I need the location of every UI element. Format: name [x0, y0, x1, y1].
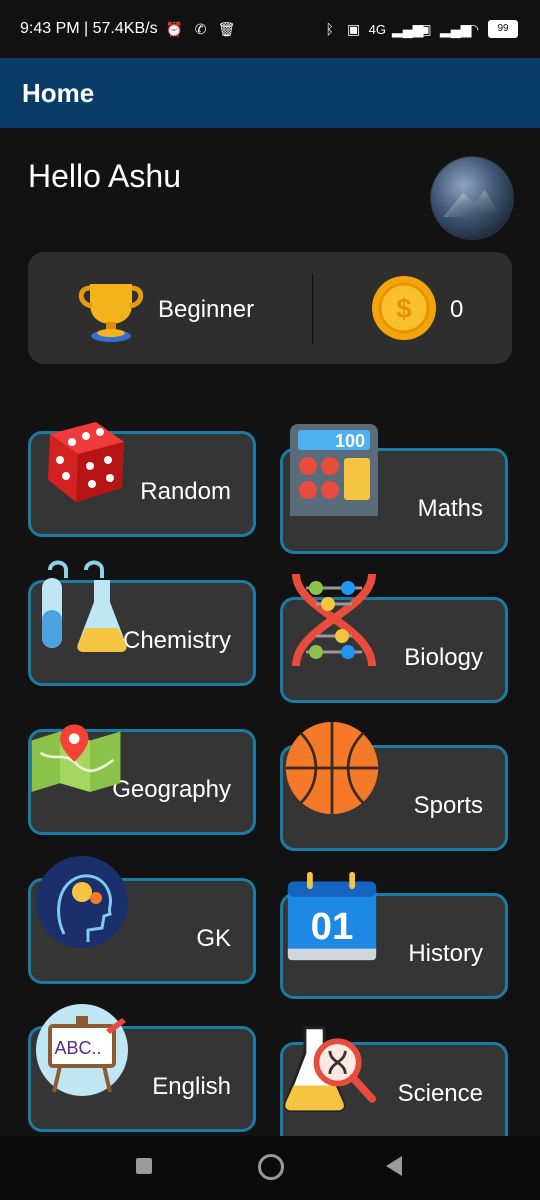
alarm-icon: ⏰	[165, 21, 184, 37]
bluetooth-icon: ᛒ	[325, 21, 334, 37]
recents-button[interactable]	[136, 1158, 152, 1174]
calendar-icon: 01	[287, 871, 377, 961]
level-label: Beginner	[158, 296, 255, 323]
test-tubes-icon	[42, 560, 127, 652]
map-pin-icon	[31, 724, 121, 792]
flask-magnifier-icon	[283, 1026, 376, 1112]
back-button[interactable]	[386, 1156, 402, 1176]
calculator-display: 100	[335, 431, 365, 451]
category-label: Geography	[112, 776, 231, 803]
board-text: ABC..	[54, 1038, 101, 1058]
whatsapp-icon: ✆	[194, 21, 207, 37]
calendar-number: 01	[311, 905, 354, 948]
svg-text:$: $	[396, 293, 412, 324]
home-button[interactable]	[258, 1154, 284, 1180]
status-right: ᛒ ▣ 4G ▂▄▆ ▣ ▂▄▆ ◠ 99	[321, 20, 518, 38]
category-label: GK	[196, 925, 231, 952]
wifi-icon: ◠	[466, 21, 480, 37]
dice-icon	[48, 422, 124, 502]
category-label: Sports	[413, 792, 483, 819]
stats-card: Beginner $ 0	[28, 252, 512, 364]
system-nav-bar	[0, 1136, 540, 1200]
app-bar: Home	[0, 58, 540, 128]
network-label: 4G	[368, 21, 386, 37]
page-title: Home	[22, 77, 95, 108]
battery-icon: 99	[488, 20, 518, 38]
category-label: Chemistry	[122, 627, 231, 654]
dna-icon	[292, 573, 376, 666]
category-label: Maths	[417, 495, 483, 522]
trash-icon: 🗑	[217, 21, 236, 37]
greeting-text: Hello Ashu	[28, 158, 181, 194]
abc-board-icon: ABC..	[36, 1004, 128, 1096]
signal-icon-2: ▂▄▆	[440, 21, 472, 37]
volte-icon-2: ▣	[418, 21, 432, 37]
status-left: 9:43 PM | 57.4KB/s ⏰ ✆ 🗑	[20, 20, 236, 38]
avatar[interactable]	[430, 156, 514, 240]
category-label: English	[152, 1073, 231, 1100]
category-label: Science	[397, 1080, 483, 1107]
calculator-icon: 100	[290, 424, 378, 516]
coin-icon: $	[372, 276, 436, 340]
brain-head-icon	[36, 856, 128, 948]
signal-icon: ▂▄▆	[392, 21, 424, 37]
category-label: History	[408, 940, 483, 967]
status-bar: 9:43 PM | 57.4KB/s ⏰ ✆ 🗑 ᛒ ▣ 4G ▂▄▆ ▣ ▂▄…	[0, 0, 540, 58]
basketball-icon	[285, 721, 379, 815]
volte-icon: ▣	[347, 21, 361, 37]
category-label: Biology	[404, 644, 483, 671]
status-time-speed: 9:43 PM | 57.4KB/s	[20, 20, 158, 37]
stats-divider	[312, 274, 313, 344]
category-label: Random	[140, 478, 231, 505]
trophy-icon	[78, 284, 144, 342]
coin-count: 0	[450, 296, 464, 323]
